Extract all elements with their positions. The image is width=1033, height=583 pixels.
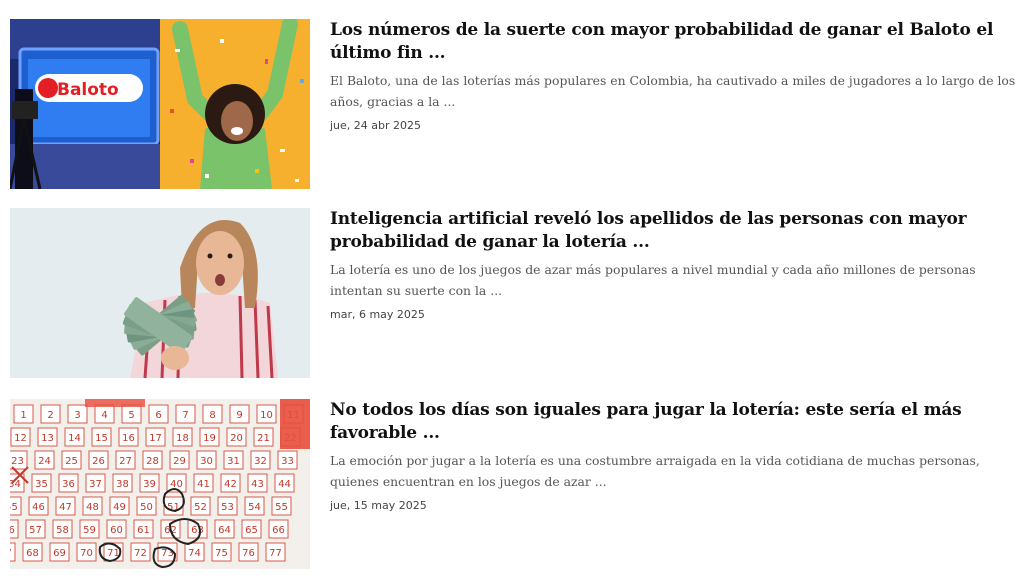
ticket-number: 30 [200, 456, 213, 467]
ticket-number: 69 [53, 548, 66, 559]
ticket-number: 55 [275, 502, 288, 513]
ticket-number: 66 [272, 525, 285, 536]
ticket-number: 8 [209, 410, 215, 421]
ticket-number: 13 [41, 433, 54, 444]
ticket-number: 50 [140, 502, 153, 513]
ticket-number: 54 [248, 502, 261, 513]
ticket-number: 32 [254, 456, 267, 467]
ticket-number: 65 [245, 525, 258, 536]
ticket-number: 39 [143, 479, 156, 490]
ticket-number: 33 [281, 456, 294, 467]
ticket-number: 53 [221, 502, 234, 513]
ticket-number: 26 [92, 456, 105, 467]
article-card: 1234567891011121314151617181920212223242… [10, 399, 1023, 570]
ticket-number: 3 [74, 410, 80, 421]
ticket-number: 63 [191, 525, 204, 536]
ticket-number: 57 [29, 525, 42, 536]
ticket-number: 24 [38, 456, 51, 467]
ticket-number: 14 [68, 433, 81, 444]
article-thumbnail-baloto[interactable]: Baloto [10, 19, 310, 189]
ticket-number: 42 [224, 479, 237, 490]
article-thumbnail-lottery-ticket[interactable]: 1234567891011121314151617181920212223242… [10, 399, 310, 569]
ticket-number: 43 [251, 479, 264, 490]
ticket-number: 12 [14, 433, 27, 444]
baloto-logo-text: Baloto [57, 80, 119, 100]
article-text: No todos los días son iguales para jugar… [330, 399, 1020, 512]
ticket-number: 25 [65, 456, 78, 467]
ticket-number: 61 [137, 525, 150, 536]
ticket-number: 31 [227, 456, 240, 467]
article-date: jue, 24 abr 2025 [330, 119, 422, 132]
ticket-number: 59 [83, 525, 96, 536]
ticket-number: 9 [236, 410, 242, 421]
article-title-link[interactable]: Los números de la suerte con mayor proba… [330, 19, 1020, 65]
ticket-number: 6 [155, 410, 161, 421]
article-date: jue, 15 may 2025 [330, 499, 427, 512]
ticket-number: 67 [10, 548, 12, 559]
ticket-number: 18 [176, 433, 189, 444]
ticket-number: 21 [257, 433, 270, 444]
ticket-number: 15 [95, 433, 108, 444]
ticket-number: 10 [260, 410, 273, 421]
article-summary: La emoción por jugar a la lotería es una… [330, 453, 980, 489]
ticket-number: 27 [119, 456, 132, 467]
article-title-link[interactable]: No todos los días son iguales para jugar… [330, 399, 1020, 445]
ticket-number: 20 [230, 433, 243, 444]
ticket-number: 2 [47, 410, 53, 421]
ticket-number: 29 [173, 456, 186, 467]
ticket-number: 17 [149, 433, 162, 444]
ticket-number: 5 [128, 410, 134, 421]
ticket-number: 74 [188, 548, 201, 559]
ticket-number: 44 [278, 479, 291, 490]
article-card: Baloto Los números de la suerte con mayo… [10, 19, 1023, 190]
article-summary: El Baloto, una de las loterías más popul… [330, 73, 1016, 109]
ticket-number: 41 [197, 479, 210, 490]
ticket-number: 38 [116, 479, 129, 490]
ticket-number: 75 [215, 548, 228, 559]
ticket-number: 36 [62, 479, 75, 490]
ticket-number: 28 [146, 456, 159, 467]
ticket-number: 47 [59, 502, 72, 513]
article-text: Los números de la suerte con mayor proba… [330, 19, 1020, 132]
ticket-number: 45 [10, 502, 18, 513]
article-thumbnail-woman-money[interactable] [10, 208, 310, 378]
ticket-number: 68 [26, 548, 39, 559]
ticket-number: 72 [134, 548, 147, 559]
ticket-number: 1 [20, 410, 26, 421]
ticket-number: 35 [35, 479, 48, 490]
article-text: Inteligencia artificial reveló los apell… [330, 208, 1020, 321]
ticket-number: 4 [101, 410, 107, 421]
article-date: mar, 6 may 2025 [330, 308, 425, 321]
ticket-number: 7 [182, 410, 188, 421]
article-summary: La lotería es uno de los juegos de azar … [330, 262, 976, 298]
ticket-number: 37 [89, 479, 102, 490]
ticket-number: 70 [80, 548, 93, 559]
ticket-number: 58 [56, 525, 69, 536]
ticket-number: 64 [218, 525, 231, 536]
ticket-number: 19 [203, 433, 216, 444]
ticket-number: 76 [242, 548, 255, 559]
ticket-number: 16 [122, 433, 135, 444]
ticket-number: 56 [10, 525, 15, 536]
ticket-number: 77 [269, 548, 282, 559]
ticket-number: 48 [86, 502, 99, 513]
article-title-link[interactable]: Inteligencia artificial reveló los apell… [330, 208, 1020, 254]
ticket-number: 60 [110, 525, 123, 536]
ticket-number: 46 [32, 502, 45, 513]
ticket-number: 52 [194, 502, 207, 513]
ticket-number: 23 [11, 456, 24, 467]
article-card: Inteligencia artificial reveló los apell… [10, 208, 1023, 379]
ticket-number: 49 [113, 502, 126, 513]
